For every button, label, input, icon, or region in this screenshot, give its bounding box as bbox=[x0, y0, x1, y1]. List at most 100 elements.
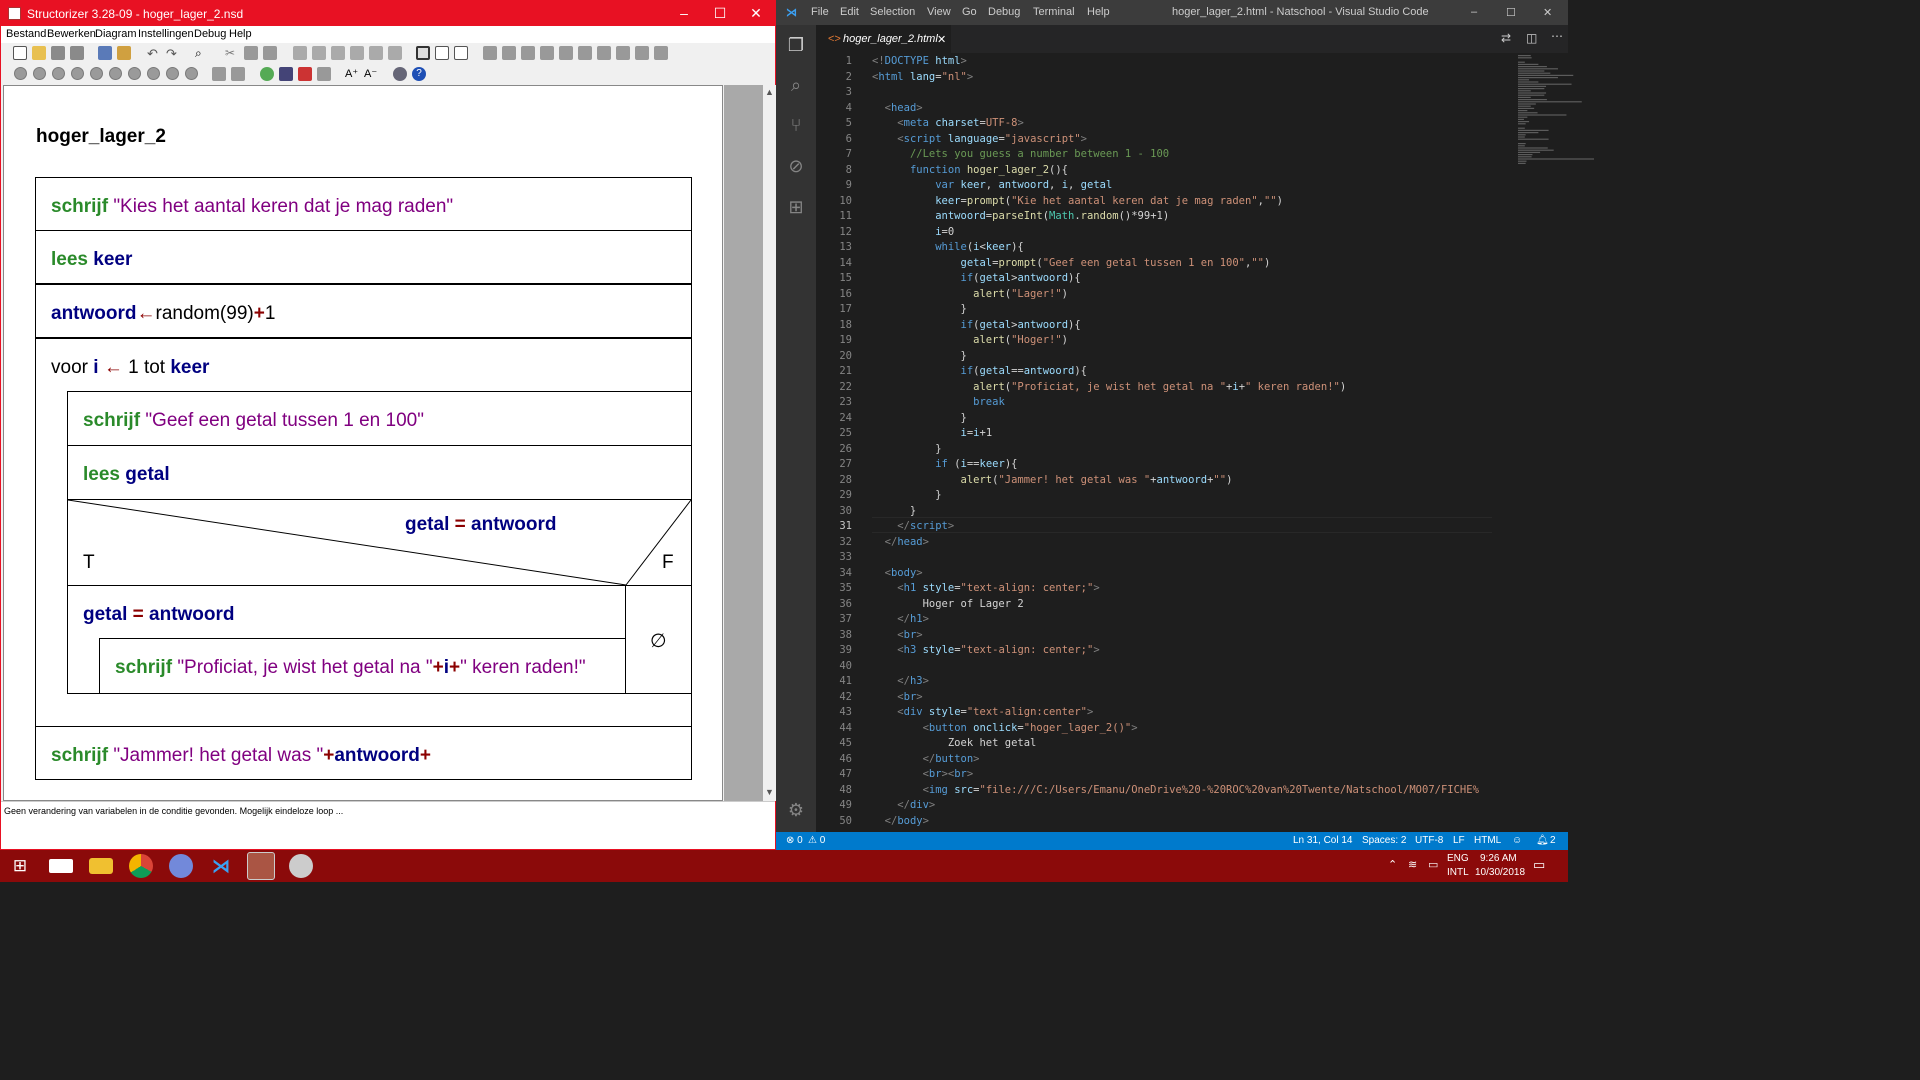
language-mode[interactable]: HTML bbox=[1474, 835, 1501, 846]
disable-icon[interactable] bbox=[388, 46, 402, 60]
export-icon[interactable] bbox=[117, 46, 131, 60]
color-9-icon[interactable] bbox=[166, 67, 179, 80]
add-if-icon[interactable] bbox=[502, 46, 516, 60]
instruction-block-2[interactable]: lees keer bbox=[35, 230, 692, 284]
new-file-icon[interactable] bbox=[13, 46, 27, 60]
add-instruction-icon[interactable] bbox=[483, 46, 497, 60]
close-tab-icon[interactable]: ✕ bbox=[937, 33, 946, 46]
add-repeat-icon[interactable] bbox=[578, 46, 592, 60]
menu-instellingen[interactable]: Instellingen bbox=[138, 28, 194, 40]
notifications-icon[interactable]: 🔔︎ bbox=[1536, 835, 1549, 846]
move-down-icon[interactable] bbox=[312, 46, 326, 60]
add-call-icon[interactable] bbox=[616, 46, 630, 60]
paste-icon[interactable] bbox=[263, 46, 277, 60]
breakpoint-icon[interactable] bbox=[298, 67, 312, 81]
indentation[interactable]: Spaces: 2 bbox=[1362, 835, 1406, 846]
vscode-taskbar-icon[interactable]: ⋊ bbox=[209, 854, 233, 878]
structorizer-titlebar[interactable]: Structorizer 3.28-09 - hoger_lager_2.nsd… bbox=[1, 1, 775, 26]
warning-count[interactable]: ⚠ 0 bbox=[808, 835, 825, 846]
line-ending[interactable]: LF bbox=[1453, 835, 1465, 846]
battery-icon[interactable]: ▭ bbox=[1428, 858, 1438, 871]
file-explorer-icon[interactable] bbox=[89, 858, 113, 874]
outsource-icon[interactable] bbox=[350, 46, 364, 60]
clock-time[interactable]: 9:26 AM bbox=[1480, 853, 1517, 864]
open-changes-icon[interactable]: ⇄ bbox=[1501, 31, 1511, 45]
source-control-icon[interactable]: ⑂ bbox=[786, 115, 806, 135]
save-icon[interactable] bbox=[51, 46, 65, 60]
undo-icon[interactable]: ↶ bbox=[147, 46, 161, 61]
color-6-icon[interactable] bbox=[109, 67, 122, 80]
code-editor[interactable]: 1 <!DOCTYPE html> 2 <html lang="nl"> 3 4 <hea… bbox=[816, 53, 1594, 832]
tab-hoger-lager[interactable]: <> hoger_lager_2.html ✕ bbox=[816, 25, 951, 53]
menu-diagram[interactable]: Diagram bbox=[95, 28, 137, 40]
cursor-position[interactable]: Ln 31, Col 14 bbox=[1293, 835, 1353, 846]
true-branch-write[interactable]: schrijf "Proficiat, je wist het getal na… bbox=[99, 638, 626, 694]
true-branch-instruction[interactable]: getal = antwoord bbox=[67, 585, 626, 639]
loop-instruction-1[interactable]: schrijf "Geef een getal tussen 1 en 100" bbox=[67, 391, 692, 446]
minimap[interactable] bbox=[1516, 53, 1596, 193]
lang-intl[interactable]: INTL bbox=[1447, 867, 1469, 878]
vertical-scrollbar[interactable]: ▲ ▼ bbox=[763, 85, 776, 801]
cut-icon[interactable]: ✂ bbox=[225, 46, 239, 60]
color-7-icon[interactable] bbox=[128, 67, 141, 80]
add-forever-icon[interactable] bbox=[597, 46, 611, 60]
find-icon[interactable]: ⌕ bbox=[195, 46, 209, 60]
tray-chevron-icon[interactable]: ⌃ bbox=[1388, 858, 1397, 871]
add-parallel-icon[interactable] bbox=[654, 46, 668, 60]
menu-bewerken[interactable]: Bewerken bbox=[47, 28, 96, 40]
if-condition-block[interactable]: getal = antwoord T F bbox=[67, 499, 692, 586]
start-windows-icon[interactable]: ⊞ bbox=[8, 854, 32, 878]
structorizer-taskbar-icon[interactable] bbox=[247, 852, 275, 880]
expand-icon[interactable] bbox=[231, 67, 245, 81]
color-2-icon[interactable] bbox=[33, 67, 46, 80]
encoding[interactable]: UTF-8 bbox=[1415, 835, 1443, 846]
instruction-block-last[interactable]: schrijf "Jammer! het getal was "+antwoor… bbox=[35, 726, 692, 780]
action-center-icon[interactable]: ▭ bbox=[1533, 857, 1545, 873]
menu-file[interactable]: File bbox=[811, 6, 829, 18]
chrome-icon[interactable] bbox=[129, 854, 153, 878]
menu-help[interactable]: Help bbox=[229, 28, 252, 40]
minimize-button[interactable]: – bbox=[665, 1, 703, 26]
debug-icon[interactable]: ⊘ bbox=[786, 156, 806, 176]
lang-eng[interactable]: ENG bbox=[1447, 853, 1469, 864]
color-5-icon[interactable] bbox=[90, 67, 103, 80]
menu-selection[interactable]: Selection bbox=[870, 6, 915, 18]
split-editor-icon[interactable]: ◫ bbox=[1526, 31, 1537, 45]
copy-icon[interactable] bbox=[244, 46, 258, 60]
menu-debug[interactable]: Debug bbox=[988, 6, 1020, 18]
add-for-icon[interactable] bbox=[540, 46, 554, 60]
vscode-titlebar[interactable]: ⋊ File Edit Selection View Go Debug Term… bbox=[776, 0, 1568, 25]
font-down-icon[interactable]: A⁻ bbox=[364, 67, 378, 81]
instruction-block-1[interactable]: schrijf "Kies het aantal keren dat je ma… bbox=[35, 177, 692, 231]
close-button[interactable]: ✕ bbox=[737, 1, 775, 26]
break-icon[interactable] bbox=[369, 46, 383, 60]
collapse-icon[interactable] bbox=[212, 67, 226, 81]
close-button[interactable]: ✕ bbox=[1543, 6, 1552, 19]
explorer-icon[interactable]: ❐ bbox=[786, 35, 806, 55]
move-up-icon[interactable] bbox=[293, 46, 307, 60]
instruction-block-3[interactable]: antwoord←random(99)+1 bbox=[35, 284, 692, 338]
search-icon[interactable]: ⌕ bbox=[786, 75, 806, 95]
extensions-icon[interactable]: ⊞ bbox=[786, 197, 806, 217]
menu-bestand[interactable]: Bestand bbox=[6, 28, 46, 40]
view-sub-icon[interactable] bbox=[454, 46, 468, 60]
minimize-button[interactable]: – bbox=[1471, 6, 1477, 18]
scroll-down-icon[interactable]: ▼ bbox=[765, 787, 774, 797]
executor-icon[interactable] bbox=[260, 67, 274, 81]
color-3-icon[interactable] bbox=[52, 67, 65, 80]
color-1-icon[interactable] bbox=[14, 67, 27, 80]
color-10-icon[interactable] bbox=[185, 67, 198, 80]
open-folder-icon[interactable] bbox=[32, 46, 46, 60]
loop-instruction-2[interactable]: lees getal bbox=[67, 445, 692, 500]
menu-terminal[interactable]: Terminal bbox=[1033, 6, 1075, 18]
menu-edit[interactable]: Edit bbox=[840, 6, 859, 18]
false-branch-empty[interactable]: ∅ bbox=[625, 585, 692, 694]
mail-icon[interactable] bbox=[49, 859, 73, 873]
color-8-icon[interactable] bbox=[147, 67, 160, 80]
menu-debug[interactable]: Debug bbox=[194, 28, 226, 40]
scroll-up-icon[interactable]: ▲ bbox=[765, 87, 774, 97]
redo-icon[interactable]: ↷ bbox=[166, 46, 180, 61]
wifi-icon[interactable]: ≋ bbox=[1408, 858, 1417, 871]
analyser-icon[interactable] bbox=[317, 67, 331, 81]
error-count[interactable]: ⊗ 0 bbox=[786, 835, 803, 846]
